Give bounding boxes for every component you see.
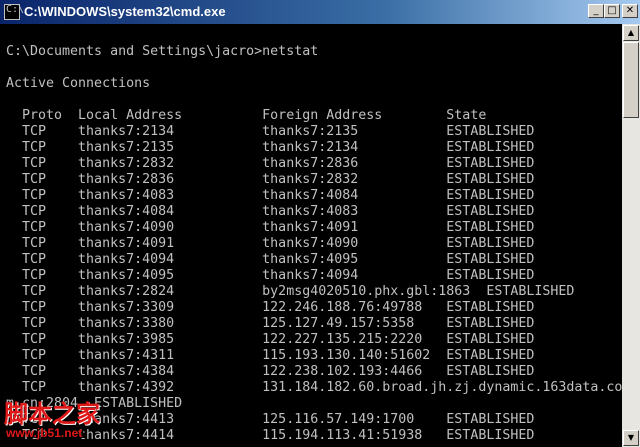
table-row: TCP thanks7:2836 thanks7:2832 ESTABLISHE… (6, 172, 535, 187)
table-row: TCP thanks7:4090 thanks7:4091 ESTABLISHE… (6, 220, 535, 235)
section-heading: Active Connections (6, 76, 151, 91)
table-row: TCP thanks7:2134 thanks7:2135 ESTABLISHE… (6, 124, 535, 139)
table-row: TCP thanks7:2832 thanks7:2836 ESTABLISHE… (6, 156, 535, 171)
table-header: Proto Local Address Foreign Address Stat… (6, 108, 487, 123)
cmd-icon[interactable]: C:\ (4, 4, 24, 20)
prompt-line: C:\Documents and Settings\jacro>netstat (6, 44, 319, 59)
scrollbar-thumb[interactable] (623, 42, 639, 118)
table-row: TCP thanks7:4094 thanks7:4095 ESTABLISHE… (6, 252, 535, 267)
scroll-down-arrow-icon[interactable]: ▼ (623, 430, 639, 446)
table-row: TCP thanks7:4414 115.194.113.41:51938 ES… (6, 428, 535, 443)
table-row: TCP thanks7:4083 thanks7:4084 ESTABLISHE… (6, 188, 535, 203)
table-row: TCP thanks7:4084 thanks7:4083 ESTABLISHE… (6, 204, 535, 219)
table-row: TCP thanks7:4311 115.193.130.140:51602 E… (6, 348, 535, 363)
table-row: TCP thanks7:4384 122.238.102.193:4466 ES… (6, 364, 535, 379)
console-output[interactable]: C:\Documents and Settings\jacro>netstat … (2, 24, 622, 447)
table-row: TCP thanks7:4091 thanks7:4090 ESTABLISHE… (6, 236, 535, 251)
table-row: TCP thanks7:2824 by2msg4020510.phx.gbl:1… (6, 284, 575, 299)
window-title: C:\WINDOWS\system32\cmd.exe (24, 4, 226, 19)
maximize-button[interactable]: □ (604, 4, 620, 18)
table-row: TCP thanks7:2135 thanks7:2134 ESTABLISHE… (6, 140, 535, 155)
vertical-scrollbar[interactable]: ▲ ▼ (622, 24, 640, 447)
table-row: TCP thanks7:3985 122.227.135.215:2220 ES… (6, 332, 535, 347)
table-row: TCP thanks7:3380 125.127.49.157:5358 EST… (6, 316, 535, 331)
watermark-url: www.jb51.net (6, 426, 83, 440)
title-bar[interactable]: C:\ C:\WINDOWS\system32\cmd.exe _ □ ✕ (0, 0, 640, 24)
scroll-up-arrow-icon[interactable]: ▲ (623, 25, 639, 41)
table-row: TCP thanks7:4095 thanks7:4094 ESTABLISHE… (6, 268, 535, 283)
minimize-button[interactable]: _ (588, 4, 604, 18)
watermark-logo: 脚本之家 (4, 399, 100, 428)
cmd-window: C:\ C:\WINDOWS\system32\cmd.exe _ □ ✕ C:… (0, 0, 640, 447)
table-row: TCP thanks7:3309 122.246.188.76:49788 ES… (6, 300, 535, 315)
close-button[interactable]: ✕ (622, 4, 638, 18)
